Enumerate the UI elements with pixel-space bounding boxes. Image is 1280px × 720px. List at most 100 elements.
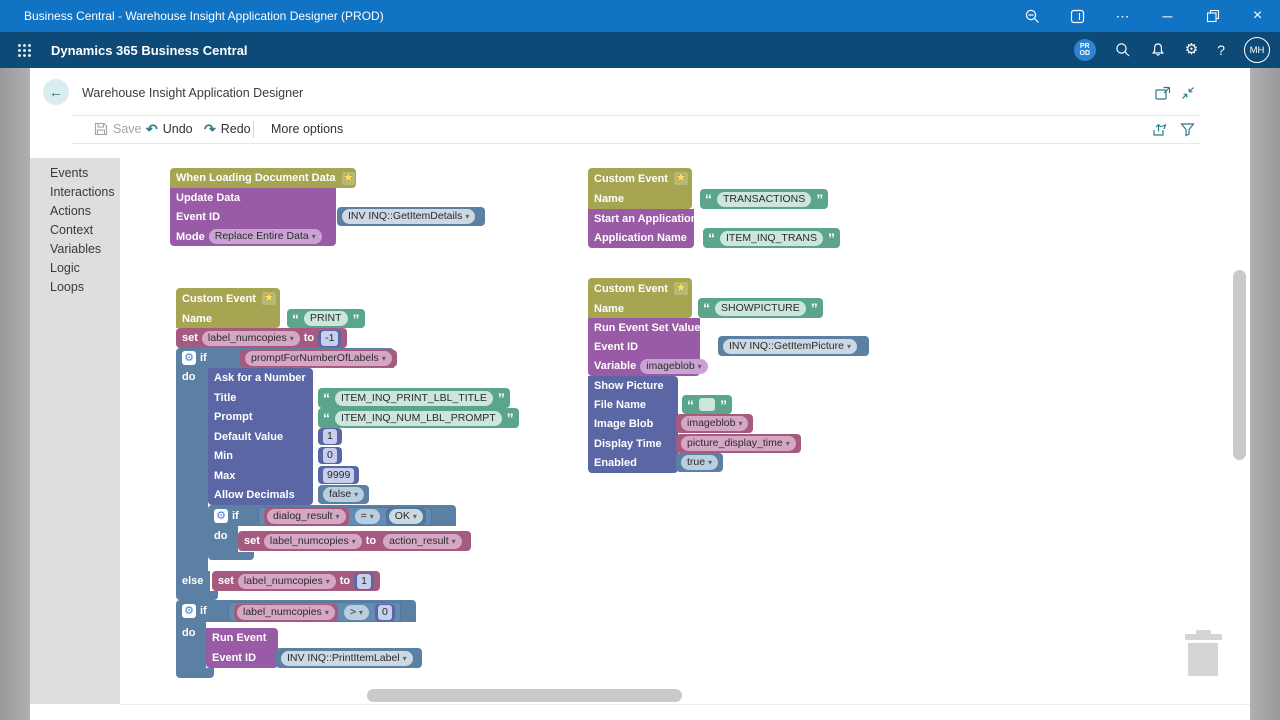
block-text-showpicture[interactable]: SHOWPICTURE [698, 298, 823, 318]
zoom-out-icon[interactable] [1010, 0, 1055, 32]
block-ask-min-row[interactable]: Min [208, 446, 313, 466]
block-text-num-lbl-prompt[interactable]: ITEM_INQ_NUM_LBL_PROMPT [318, 408, 519, 428]
event-id-dropdown[interactable]: INV INQ::GetItemPicture [723, 339, 857, 354]
block-show-picture-filename-row[interactable]: File Name [588, 395, 678, 414]
block-variable-picture-display-time[interactable]: picture_display_time [676, 434, 801, 453]
block-set-numcopies-actionresult[interactable]: set label_numcopies to action_result [238, 531, 471, 551]
block-set-numcopies-minus1[interactable]: set label_numcopies to -1 [176, 328, 347, 348]
event-id-dropdown[interactable]: INV INQ::PrintItemLabel [281, 651, 413, 666]
block-show-picture-header[interactable]: Show Picture [588, 376, 678, 395]
logic-dropdown[interactable]: true [681, 455, 718, 470]
block-text-transactions[interactable]: TRANSACTIONS [700, 189, 828, 209]
toolbox-category-variables[interactable]: Variables [30, 239, 101, 258]
text-field[interactable]: SHOWPICTURE [715, 301, 806, 316]
variable-dropdown[interactable]: imageblob [681, 416, 748, 431]
block-custom-event-print-header[interactable]: Custom Event★ [176, 288, 280, 309]
block-variable-action-result[interactable]: action_result [380, 533, 465, 550]
product-name[interactable]: Dynamics 365 Business Central [51, 43, 248, 58]
favorite-star-icon[interactable]: ★ [262, 292, 276, 305]
text-field[interactable]: ITEM_INQ_NUM_LBL_PROMPT [335, 411, 502, 426]
operator-dropdown[interactable]: = [355, 509, 380, 524]
block-text-item-inq-trans[interactable]: ITEM_INQ_TRANS [703, 228, 840, 248]
block-run-event-variable-row[interactable]: Variable imageblob [588, 356, 700, 376]
block-run-event-eventid-row[interactable]: Event ID [206, 648, 278, 668]
toolbox-category-loops[interactable]: Loops [30, 277, 84, 296]
block-ask-prompt-row[interactable]: Prompt [208, 407, 313, 427]
block-text-print-lbl-title[interactable]: ITEM_INQ_PRINT_LBL_TITLE [318, 388, 510, 408]
save-button[interactable]: Save [94, 122, 142, 136]
if-do-spine[interactable]: do [176, 368, 208, 571]
redo-button[interactable]: ↷ Redo [204, 122, 251, 136]
block-run-event-header[interactable]: Run Event [206, 628, 278, 648]
text-field[interactable]: ITEM_INQ_PRINT_LBL_TITLE [335, 391, 493, 406]
filter-icon[interactable] [1180, 122, 1195, 137]
block-ask-title-row[interactable]: Title [208, 388, 313, 407]
event-id-dropdown[interactable]: INV INQ::GetItemDetails [342, 209, 475, 224]
horizontal-scrollbar[interactable] [367, 689, 682, 702]
share-icon[interactable] [1152, 122, 1168, 137]
block-compare-dialog-ok[interactable]: dialog_result = OK [258, 507, 432, 526]
block-run-event-eventid-row[interactable]: Event ID [588, 337, 700, 356]
more-menu-icon[interactable]: ⋯ [1100, 0, 1145, 32]
if-foot[interactable] [176, 591, 218, 600]
fit-view-icon[interactable] [1181, 86, 1195, 100]
back-button[interactable]: ← [43, 79, 69, 105]
block-custom-event-transactions-header[interactable]: Custom Event★ [588, 168, 692, 189]
toolbox-category-interactions[interactable]: Interactions [30, 182, 115, 201]
block-set-numcopies-1[interactable]: set label_numcopies to 1 [212, 571, 380, 591]
operator-dropdown[interactable]: > [344, 605, 369, 620]
minimize-icon[interactable]: ─ [1145, 0, 1190, 32]
block-text-empty[interactable] [682, 395, 732, 414]
text-field[interactable]: PRINT [304, 311, 348, 326]
logic-dropdown[interactable]: false [323, 487, 364, 502]
block-text-print[interactable]: PRINT [287, 309, 365, 328]
block-ask-default-row[interactable]: Default Value [208, 427, 313, 446]
if-do-spine[interactable]: do [208, 526, 238, 552]
variable-dropdown[interactable]: promptForNumberOfLabels [245, 351, 392, 366]
block-eventid-getitemdetails[interactable]: INV INQ::GetItemDetails [337, 207, 485, 226]
block-eventid-printitemlabel[interactable]: INV INQ::PrintItemLabel [276, 648, 422, 668]
block-number-0[interactable]: 0 [318, 447, 342, 464]
text-field[interactable] [699, 398, 715, 411]
toolbox-category-logic[interactable]: Logic [30, 258, 80, 277]
block-number-0[interactable]: 0 [375, 604, 395, 621]
block-number-1[interactable]: 1 [354, 573, 374, 590]
block-run-event-set-value[interactable]: Run Event Set Value [588, 318, 700, 337]
toolbox-category-actions[interactable]: Actions [30, 201, 91, 220]
block-variable-imageblob[interactable]: imageblob [676, 414, 753, 433]
mutator-gear-icon[interactable]: ⚙ [182, 604, 196, 618]
settings-gear-icon[interactable]: ⚙ [1185, 42, 1198, 58]
block-number-1[interactable]: 1 [318, 428, 342, 445]
if-else-band[interactable]: else [176, 571, 210, 591]
block-start-application[interactable]: Start an Application [588, 209, 694, 228]
close-icon[interactable]: × [1235, 0, 1280, 32]
block-custom-event-showpicture-header[interactable]: Custom Event★ [588, 278, 692, 299]
block-when-loading-header[interactable]: When Loading Document Data★ [170, 168, 356, 188]
block-update-data[interactable]: Update Data [170, 188, 336, 207]
variable-dropdown[interactable]: label_numcopies [202, 331, 300, 346]
block-dropdown-ok[interactable]: OK [386, 508, 426, 525]
variable-dropdown[interactable]: imageblob [640, 359, 707, 374]
help-icon[interactable]: ? [1217, 42, 1225, 58]
mutator-gear-icon[interactable]: ⚙ [214, 509, 228, 523]
text-field[interactable]: TRANSACTIONS [717, 192, 811, 207]
search-icon[interactable] [1115, 42, 1131, 58]
block-compare-numcopies-0[interactable]: label_numcopies > 0 [228, 602, 401, 622]
block-number-9999[interactable]: 9999 [318, 466, 359, 484]
more-options-button[interactable]: More options [271, 122, 343, 136]
block-variable-promptfornumberoflabels[interactable]: promptForNumberOfLabels [240, 350, 397, 367]
variable-dropdown[interactable]: label_numcopies [238, 574, 336, 589]
variable-dropdown[interactable]: picture_display_time [681, 436, 796, 451]
toolbox-category-events[interactable]: Events [30, 163, 88, 182]
block-start-application-name-row[interactable]: Application Name [588, 228, 694, 248]
block-variable-dialog-result[interactable]: dialog_result [264, 508, 349, 525]
waffle-icon[interactable] [9, 35, 39, 65]
block-logic-false[interactable]: false [318, 485, 369, 504]
mutator-gear-icon[interactable]: ⚙ [182, 351, 196, 365]
undo-button[interactable]: ↶ Undo [146, 122, 193, 136]
block-ask-number-header[interactable]: Ask for a Number [208, 368, 313, 388]
block-show-picture-imageblob-row[interactable]: Image Blob [588, 414, 678, 434]
block-print-name-row[interactable]: Name [176, 309, 280, 328]
block-ask-decimals-row[interactable]: Allow Decimals [208, 485, 313, 505]
favorite-star-icon[interactable]: ★ [342, 172, 356, 185]
